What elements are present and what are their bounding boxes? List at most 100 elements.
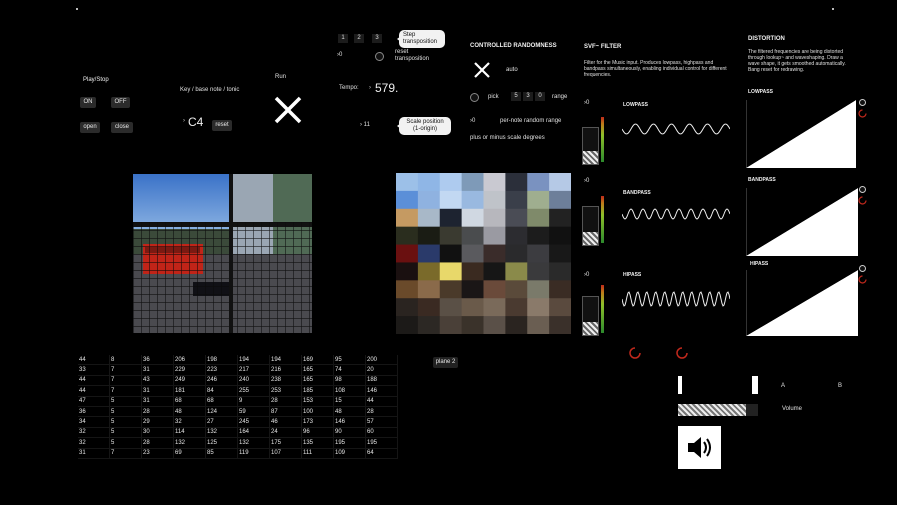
table-cell[interactable]: 7 [109,448,142,459]
table-cell[interactable]: 29 [141,416,174,428]
hipass-reset-button[interactable] [859,265,866,272]
crossfader[interactable] [682,376,752,394]
table-cell[interactable]: 28 [141,437,174,449]
hipass-waveshape[interactable] [746,270,858,336]
matrix-view[interactable]: 44 8 36 206 198 194 194 169 95 200 33 7 31 229 223 217 2… [78,355,398,459]
table-cell[interactable]: 240 [237,375,270,387]
meter-value-3[interactable]: ›0 [584,272,589,278]
table-cell[interactable]: 20 [365,364,398,376]
table-cell[interactable]: 68 [173,396,206,407]
table-cell[interactable]: 95 [333,355,366,366]
table-cell[interactable]: 195 [333,437,366,449]
table-cell[interactable]: 188 [365,375,398,387]
table-cell[interactable]: 100 [301,406,334,418]
lowpass-reset-button[interactable] [859,99,866,106]
pick-button[interactable] [470,93,479,102]
table-cell[interactable]: 5 [109,406,142,418]
table-cell[interactable]: 109 [333,448,366,459]
table-cell[interactable]: 9 [237,396,270,407]
table-cell[interactable]: 165 [301,375,334,387]
table-cell[interactable]: 5 [109,416,142,428]
table-cell[interactable]: 44 [78,385,110,397]
table-cell[interactable]: 57 [365,416,398,428]
step-1-button[interactable]: 1 [338,34,348,43]
table-cell[interactable]: 255 [237,385,270,397]
close-button[interactable]: close [111,122,133,133]
table-cell[interactable]: 48 [173,406,206,418]
lowpass-waveshape[interactable] [746,100,856,168]
table-cell[interactable]: 28 [365,406,398,418]
on-button[interactable]: ON [80,97,96,108]
off-button[interactable]: OFF [111,97,130,108]
table-cell[interactable]: 238 [269,375,302,387]
table-cell[interactable]: 146 [365,385,398,397]
pick-value-1[interactable]: 5 [511,92,521,101]
table-cell[interactable]: 28 [141,406,174,418]
table-cell[interactable]: 48 [333,406,366,418]
table-cell[interactable]: 125 [205,437,238,449]
meter-value-1[interactable]: ›0 [584,100,589,106]
table-cell[interactable]: 132 [205,427,238,439]
table-cell[interactable]: 32 [173,416,206,428]
table-cell[interactable]: 153 [301,396,334,407]
table-cell[interactable]: 27 [205,416,238,428]
table-cell[interactable]: 216 [269,364,302,376]
table-cell[interactable]: 114 [173,427,206,439]
table-cell[interactable]: 23 [141,448,174,459]
table-cell[interactable]: 111 [301,448,334,459]
table-cell[interactable]: 69 [173,448,206,459]
table-cell[interactable]: 245 [237,416,270,428]
table-cell[interactable]: 194 [237,355,270,366]
key-value[interactable]: C4 [188,115,203,129]
table-cell[interactable]: 135 [301,437,334,449]
open-button[interactable]: open [80,122,100,133]
level-meter-bandpass[interactable] [582,206,599,246]
table-cell[interactable]: 32 [78,427,110,439]
table-cell[interactable]: 31 [141,385,174,397]
level-meter-hipass[interactable] [582,296,599,336]
table-cell[interactable]: 68 [205,396,238,407]
key-reset-button[interactable]: reset [212,120,232,131]
table-cell[interactable]: 195 [365,437,398,449]
table-cell[interactable]: 47 [78,396,110,407]
table-cell[interactable]: 31 [78,448,110,459]
table-cell[interactable]: 200 [365,355,398,366]
table-cell[interactable]: 107 [269,448,302,459]
table-cell[interactable]: 8 [109,355,142,366]
table-cell[interactable]: 164 [237,427,270,439]
table-cell[interactable]: 84 [205,385,238,397]
table-cell[interactable]: 5 [109,437,142,449]
table-cell[interactable]: 108 [333,385,366,397]
table-cell[interactable]: 96 [301,427,334,439]
table-cell[interactable]: 5 [109,427,142,439]
table-cell[interactable]: 124 [205,406,238,418]
crossfader-b-marker[interactable] [752,376,758,394]
table-cell[interactable]: 217 [237,364,270,376]
scale-position-value[interactable]: › 11 [360,122,370,128]
pick-value-3[interactable]: 0 [535,92,545,101]
table-cell[interactable]: 7 [109,364,142,376]
table-cell[interactable]: 46 [269,416,302,428]
table-cell[interactable]: 98 [333,375,366,387]
table-cell[interactable]: 64 [365,448,398,459]
table-cell[interactable]: 44 [78,355,110,366]
table-cell[interactable]: 169 [301,355,334,366]
table-cell[interactable]: 229 [173,364,206,376]
table-cell[interactable]: 31 [141,396,174,407]
table-cell[interactable]: 206 [173,355,206,366]
table-cell[interactable]: 165 [301,364,334,376]
table-cell[interactable]: 24 [269,427,302,439]
table-cell[interactable]: 36 [78,406,110,418]
level-meter-lowpass[interactable] [582,127,599,165]
table-cell[interactable]: 60 [365,427,398,439]
table-cell[interactable]: 175 [269,437,302,449]
table-cell[interactable]: 30 [141,427,174,439]
table-cell[interactable]: 74 [333,364,366,376]
table-cell[interactable]: 146 [333,416,366,428]
table-cell[interactable]: 28 [269,396,302,407]
table-cell[interactable]: 15 [333,396,366,407]
table-cell[interactable]: 32 [78,437,110,449]
speaker-icon[interactable] [678,426,721,469]
table-cell[interactable]: 5 [109,396,142,407]
table-cell[interactable]: 43 [141,375,174,387]
